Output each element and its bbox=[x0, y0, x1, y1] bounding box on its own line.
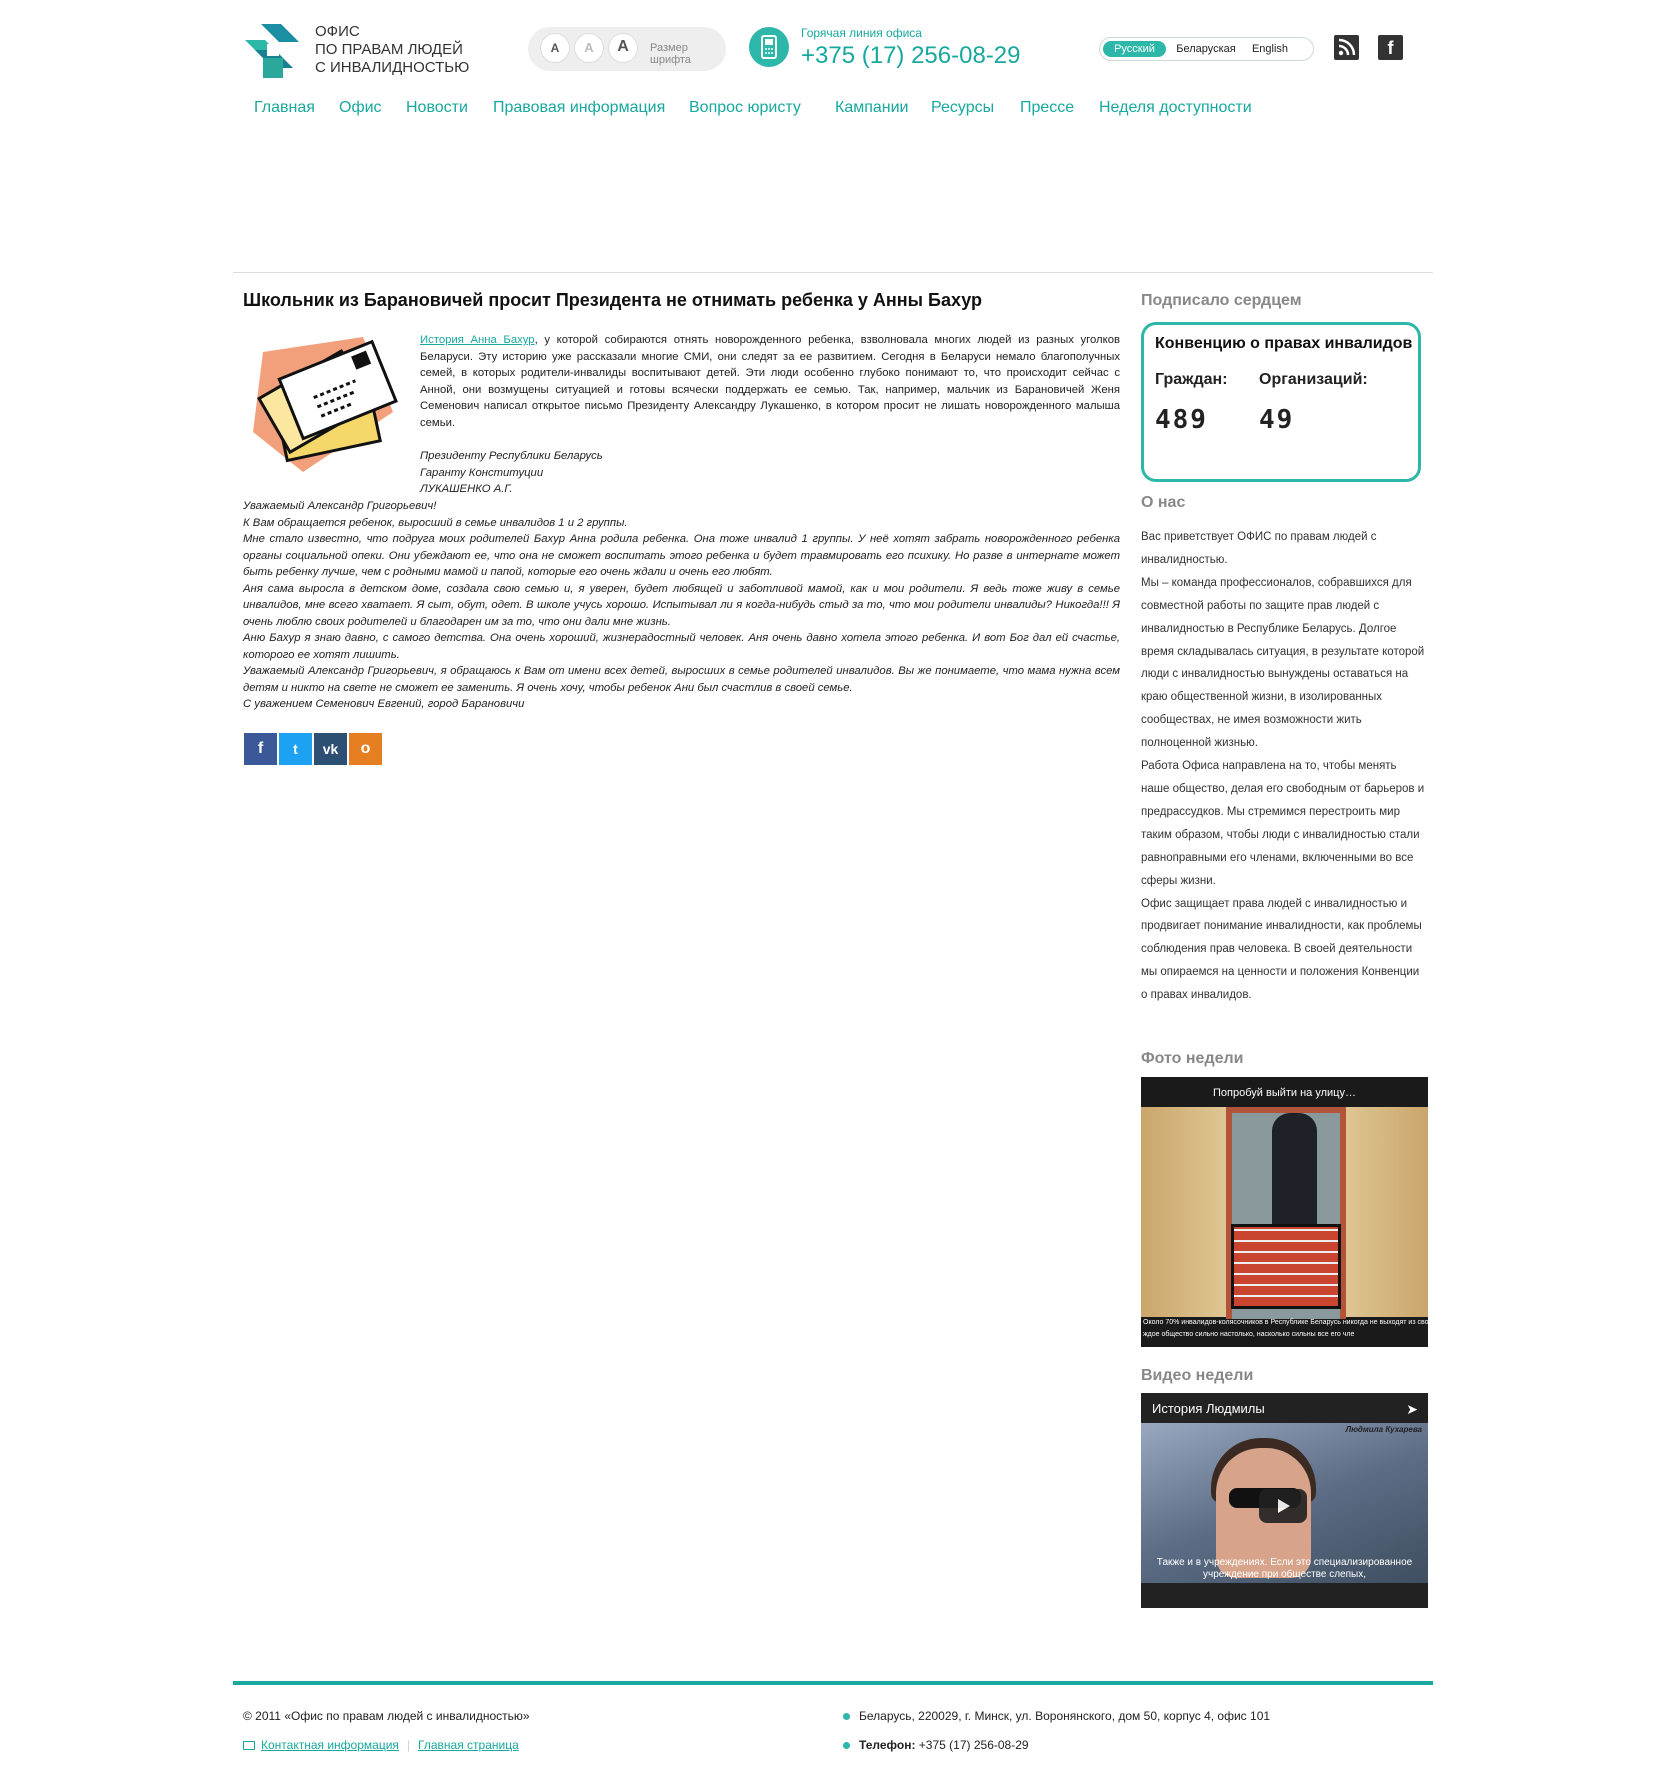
footer-phone: Телефон: +375 (17) 256-08-29 bbox=[843, 1738, 1029, 1752]
article-intro: История Анна Бахур, у которой собираются… bbox=[420, 332, 1120, 431]
logo-line: с инвалидностью bbox=[315, 59, 470, 76]
photo-heading: Фото недели bbox=[1141, 1050, 1244, 1067]
letter-paragraph: Мне стало известно, что подруга моих род… bbox=[243, 533, 1120, 578]
odnoklassniki-icon[interactable]: o bbox=[349, 733, 382, 765]
footer-divider bbox=[233, 1681, 1433, 1685]
letter-paragraph: Аню Бахур я знаю давно, с самого детства… bbox=[243, 632, 1120, 661]
letter-paragraph: К Вам обращается ребенок, выросший в сем… bbox=[243, 516, 628, 529]
phone-icon bbox=[749, 27, 789, 67]
story-link[interactable]: История Анна Бахур bbox=[420, 334, 535, 346]
bullet-icon bbox=[843, 1742, 850, 1750]
about-heading: О нас bbox=[1141, 494, 1186, 511]
rss-icon[interactable] bbox=[1334, 35, 1359, 60]
about-paragraph: Офис защищает права людей с инвалидность… bbox=[1141, 897, 1422, 1002]
photo-subtitle: Около 70% инвалидов-колясочников в Респу… bbox=[1141, 1317, 1428, 1341]
twitter-icon[interactable]: t bbox=[279, 733, 312, 765]
intro-text: , у которой собираются отнять новорожден… bbox=[420, 334, 1120, 429]
footer-links: Контактная информация | Главная страница bbox=[243, 1738, 519, 1752]
photo-scene bbox=[1141, 1107, 1428, 1319]
video-heading: Видео недели bbox=[1141, 1367, 1254, 1384]
nav-item-home[interactable]: Главная bbox=[254, 99, 315, 117]
play-icon[interactable] bbox=[1259, 1489, 1307, 1523]
article-title: Школьник из Барановичей просит Президент… bbox=[243, 290, 982, 310]
logo-mark-icon bbox=[245, 24, 299, 78]
nav-item-resources[interactable]: Ресурсы bbox=[931, 99, 994, 117]
footer-address: Беларусь, 220029, г. Минск, ул. Воронянс… bbox=[843, 1709, 1270, 1723]
home-link[interactable]: Главная страница bbox=[418, 1738, 519, 1752]
phone-label: Телефон: bbox=[859, 1738, 916, 1752]
citizens-count: 489 bbox=[1155, 405, 1208, 435]
font-large-button[interactable]: A bbox=[608, 33, 638, 63]
about-text: Вас приветствует ОФИС по правам людей с … bbox=[1141, 526, 1426, 1007]
heart-heading: Подписало сердцем bbox=[1141, 292, 1302, 309]
nav-item-campaigns[interactable]: Кампании bbox=[835, 99, 909, 117]
letter-body: Уважаемый Александр Григорьевич! К Вам о… bbox=[243, 498, 1120, 713]
nav-item-legal[interactable]: Правовая информация bbox=[493, 99, 665, 117]
nav-item-accessibility-week[interactable]: Неделя доступности bbox=[1099, 99, 1252, 117]
photo-subtitle-line: Около 70% инвалидов-колясочников в Респу… bbox=[1143, 1319, 1428, 1326]
lang-english[interactable]: English bbox=[1245, 41, 1295, 57]
letter-paragraph: Аня сама выросла в детском доме, создала… bbox=[243, 582, 1120, 628]
logo-line: по правам людей bbox=[315, 41, 463, 58]
letter-paragraph: С уважением Семенович Евгений, город Бар… bbox=[243, 698, 525, 710]
logo-text: Офис по правам людей с инвалидностью bbox=[315, 23, 469, 77]
convention-counter[interactable]: Конвенцию о правах инвалидов Граждан: Ор… bbox=[1141, 322, 1421, 482]
address-line: ЛУКАШЕНКО А.Г. bbox=[420, 483, 513, 495]
contact-link[interactable]: Контактная информация bbox=[261, 1738, 399, 1752]
video-of-week[interactable]: История Людмилы ➤ Людмила Кухарева Также… bbox=[1141, 1393, 1428, 1608]
hotline-label: Горячая линия офиса bbox=[801, 26, 922, 40]
organizations-count: 49 bbox=[1259, 405, 1295, 435]
nav-item-lawyer[interactable]: Вопрос юристу bbox=[689, 99, 801, 117]
organizations-label: Организаций: bbox=[1259, 371, 1368, 388]
font-size-label: Размер шрифта bbox=[650, 42, 691, 66]
address-text: Беларусь, 220029, г. Минск, ул. Воронянс… bbox=[859, 1709, 1271, 1723]
font-small-button[interactable]: A bbox=[540, 33, 570, 63]
hotline-number: +375 (17) 256-08-29 bbox=[801, 42, 1021, 69]
site-logo[interactable]: Офис по правам людей с инвалидностью bbox=[241, 18, 469, 83]
letter-paragraph: Уважаемый Александр Григорьевич! bbox=[243, 500, 437, 512]
language-switcher: Русский Беларуская English bbox=[1099, 37, 1314, 61]
video-person-name: Людмила Кухарева bbox=[1345, 1425, 1422, 1434]
page: Офис по правам людей с инвалидностью A A… bbox=[233, 0, 1433, 1788]
letter-address: Президенту Республики Беларусь Гаранту К… bbox=[420, 448, 603, 498]
envelopes-illustration bbox=[253, 337, 398, 472]
lang-belarusian[interactable]: Беларуская bbox=[1172, 41, 1240, 57]
phone-text: +375 (17) 256-08-29 bbox=[915, 1738, 1029, 1752]
citizens-label: Граждан: bbox=[1155, 371, 1228, 388]
copyright: © 2011 «Офис по правам людей с инвалидно… bbox=[243, 1709, 530, 1723]
vk-icon[interactable]: vk bbox=[314, 733, 347, 765]
nav-item-news[interactable]: Новости bbox=[406, 99, 468, 117]
bullet-icon bbox=[843, 1713, 850, 1721]
facebook-icon[interactable]: f bbox=[1378, 35, 1403, 60]
photo-caption: Попробуй выйти на улицу… bbox=[1213, 1087, 1356, 1099]
font-medium-button[interactable]: A bbox=[574, 33, 604, 63]
photo-subtitle-line: ждое общество сильно настолько, наскольк… bbox=[1143, 1331, 1355, 1338]
about-paragraph: Работа Офиса направлена на то, чтобы мен… bbox=[1141, 760, 1425, 887]
address-line: Гаранту Конституции bbox=[420, 466, 544, 479]
letter-paragraph: Уважаемый Александр Григорьевич, я обращ… bbox=[243, 665, 1120, 694]
lang-russian[interactable]: Русский bbox=[1103, 41, 1166, 57]
mail-icon bbox=[243, 1741, 255, 1751]
share-icon[interactable]: ➤ bbox=[1406, 1401, 1418, 1418]
brick-wall bbox=[1231, 1224, 1341, 1309]
address-line: Президенту Республики Беларусь bbox=[420, 450, 603, 462]
facebook-icon[interactable]: f bbox=[244, 733, 277, 765]
video-title: История Людмилы bbox=[1152, 1401, 1265, 1416]
header-divider bbox=[233, 272, 1433, 273]
photo-of-week[interactable]: Попробуй выйти на улицу… Около 70% инвал… bbox=[1141, 1077, 1428, 1347]
logo-line: Офис bbox=[315, 23, 360, 40]
font-size-control: A A A Размер шрифта bbox=[528, 27, 726, 71]
about-paragraph: Мы – команда профессионалов, собравшихся… bbox=[1141, 576, 1425, 750]
nav-item-press[interactable]: Прессе bbox=[1020, 99, 1074, 117]
video-subtitle: Также и в учреждениях. Если это специали… bbox=[1156, 1557, 1413, 1580]
nav-item-office[interactable]: Офис bbox=[339, 99, 382, 117]
convention-title: Конвенцию о правах инвалидов bbox=[1155, 335, 1413, 352]
about-paragraph: Вас приветствует ОФИС по правам людей с … bbox=[1141, 531, 1377, 566]
